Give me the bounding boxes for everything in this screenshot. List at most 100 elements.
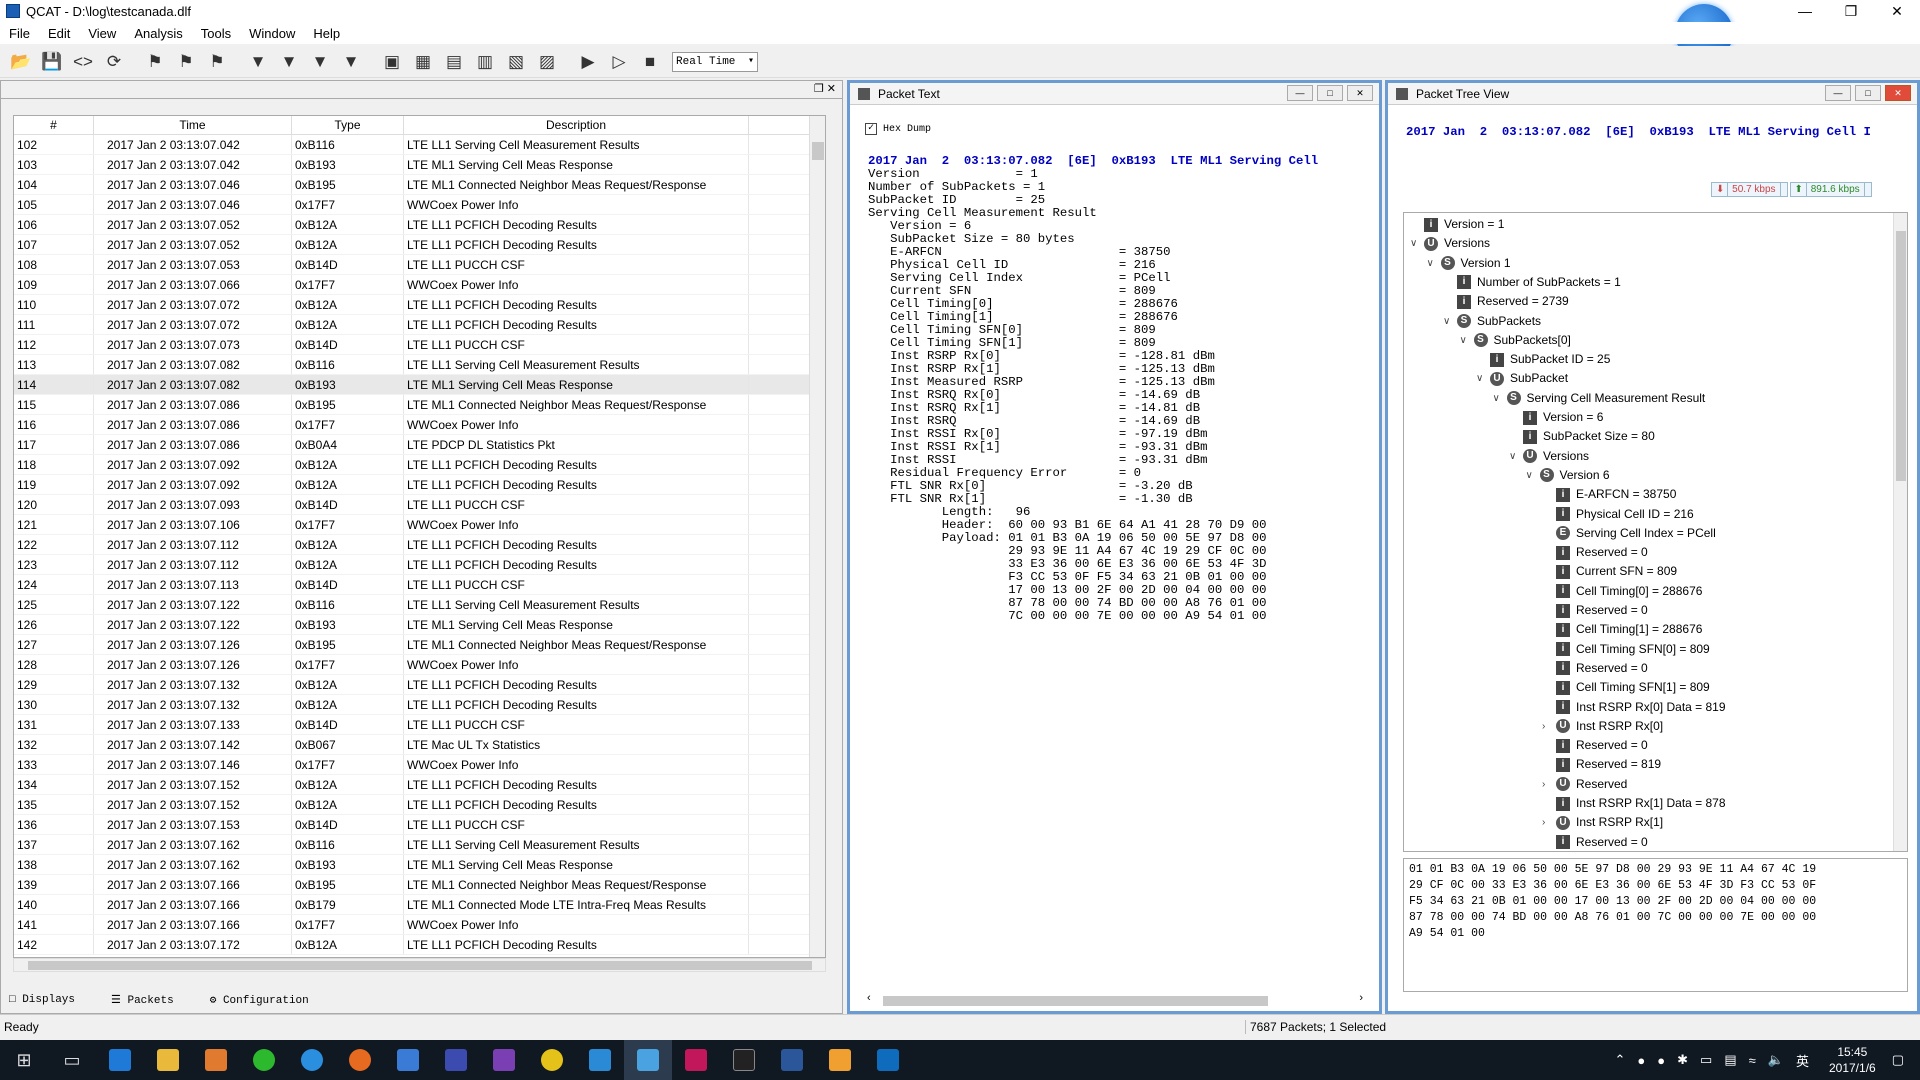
table-row[interactable]: 120 2017 Jan 2 03:13:07.093 0xB14D LTE LL1 …	[14, 495, 825, 515]
tree-scrollbar[interactable]	[1893, 213, 1907, 851]
tree-node[interactable]: i SubPacket ID = 25	[1490, 350, 1610, 369]
tree-node[interactable]: i E-ARFCN = 38750	[1556, 485, 1676, 504]
tab-configuration[interactable]: ⚙ Configuration	[210, 993, 327, 1007]
table-row[interactable]: 106 2017 Jan 2 03:13:07.052 0xB12A LTE LL1 …	[14, 215, 825, 235]
hex-dump-toggle[interactable]: ✓ Hex Dump	[865, 123, 931, 135]
table-row[interactable]: 136 2017 Jan 2 03:13:07.153 0xB14D LTE LL1 …	[14, 815, 825, 835]
terminal-icon[interactable]	[720, 1040, 768, 1080]
notification-icon[interactable]: ▢	[1892, 1052, 1904, 1068]
tree-node[interactable]: i Reserved = 0	[1556, 833, 1648, 851]
packet-text-scrollbar[interactable]: ‹ ›	[865, 992, 1365, 1008]
table-row[interactable]: 105 2017 Jan 2 03:13:07.046 0x17F7 WWCoex P…	[14, 195, 825, 215]
volume-icon[interactable]: 🔈	[1768, 1052, 1784, 1068]
tree-node[interactable]: i SubPacket Size = 80	[1523, 427, 1655, 446]
bookmark-prev-icon[interactable]: ⚑	[204, 49, 230, 75]
table-row[interactable]: 125 2017 Jan 2 03:13:07.122 0xB116 LTE LL1 …	[14, 595, 825, 615]
bluetooth-icon[interactable]: ✱	[1677, 1052, 1688, 1068]
expanded-chevron-icon[interactable]: ∨	[1526, 466, 1533, 485]
media-player-icon[interactable]	[192, 1040, 240, 1080]
chevron-up-icon[interactable]: ⌃	[1615, 1052, 1626, 1068]
menu-view[interactable]: View	[79, 26, 125, 41]
maximize-button[interactable]: ❐	[1828, 0, 1874, 22]
display-icon[interactable]: ▤	[1724, 1052, 1736, 1068]
table-row[interactable]: 114 2017 Jan 2 03:13:07.082 0xB193 LTE ML1 …	[14, 375, 825, 395]
col-time[interactable]: Time	[94, 116, 292, 134]
menu-analysis[interactable]: Analysis	[125, 26, 191, 41]
collapsed-chevron-icon[interactable]: ›	[1542, 717, 1545, 736]
wechat-tray-icon[interactable]: ●	[1657, 1053, 1665, 1068]
outlook-icon[interactable]	[864, 1040, 912, 1080]
firefox-icon[interactable]	[336, 1040, 384, 1080]
filter-add-icon[interactable]: ▼	[276, 49, 302, 75]
ime-indicator[interactable]: 英	[1796, 1051, 1809, 1070]
task-view-icon[interactable]: ▭	[48, 1040, 96, 1080]
new-grid-icon[interactable]: ▦	[410, 49, 436, 75]
paint-icon[interactable]	[816, 1040, 864, 1080]
expanded-chevron-icon[interactable]: ∨	[1460, 331, 1467, 350]
col-index[interactable]: #	[14, 116, 94, 134]
bookmark-add-icon[interactable]: ⚑	[142, 49, 168, 75]
refresh-icon[interactable]: ⟳	[101, 49, 127, 75]
tree-node[interactable]: i Reserved = 2739	[1457, 292, 1569, 311]
table-row[interactable]: 141 2017 Jan 2 03:13:07.166 0x17F7 WWCoex P…	[14, 915, 825, 935]
start-icon[interactable]: ⊞	[0, 1040, 48, 1080]
new-bars-icon[interactable]: ▧	[503, 49, 529, 75]
table-row[interactable]: 107 2017 Jan 2 03:13:07.052 0xB12A LTE LL1 …	[14, 235, 825, 255]
table-row[interactable]: 110 2017 Jan 2 03:13:07.072 0xB12A LTE LL1 …	[14, 295, 825, 315]
tree-node[interactable]: ∨ U Versions	[1410, 234, 1490, 253]
table-row[interactable]: 133 2017 Jan 2 03:13:07.146 0x17F7 WWCoex P…	[14, 755, 825, 775]
table-row[interactable]: 123 2017 Jan 2 03:13:07.112 0xB12A LTE LL1 …	[14, 555, 825, 575]
panel-controls[interactable]: ❐ ✕	[814, 82, 836, 95]
checkbox-checked-icon[interactable]: ✓	[865, 123, 877, 135]
collapsed-chevron-icon[interactable]: ›	[1542, 813, 1545, 832]
clock[interactable]: 15:45 2017/1/6	[1829, 1044, 1876, 1076]
close-button[interactable]: ✕	[1347, 85, 1373, 101]
maximize-button[interactable]: □	[1855, 85, 1881, 101]
new-layout-icon[interactable]: ▨	[534, 49, 560, 75]
col-description[interactable]: Description	[404, 116, 749, 134]
tree-node[interactable]: ∨ U SubPacket	[1476, 369, 1568, 388]
visual-studio-icon[interactable]	[480, 1040, 528, 1080]
expanded-chevron-icon[interactable]: ∨	[1509, 447, 1516, 466]
table-row[interactable]: 121 2017 Jan 2 03:13:07.106 0x17F7 WWCoex P…	[14, 515, 825, 535]
tree-node[interactable]: i Version = 1	[1424, 215, 1504, 234]
table-row[interactable]: 113 2017 Jan 2 03:13:07.082 0xB116 LTE LL1 …	[14, 355, 825, 375]
expanded-chevron-icon[interactable]: ∨	[1476, 369, 1483, 388]
collapsed-chevron-icon[interactable]: ›	[1542, 775, 1545, 794]
minimize-button[interactable]: —	[1825, 85, 1851, 101]
table-row[interactable]: 104 2017 Jan 2 03:13:07.046 0xB195 LTE ML1 …	[14, 175, 825, 195]
floppy-app-icon[interactable]	[432, 1040, 480, 1080]
ie-icon[interactable]	[288, 1040, 336, 1080]
tree-node[interactable]: E Serving Cell Index = PCell	[1556, 524, 1716, 543]
expanded-chevron-icon[interactable]: ∨	[1493, 389, 1500, 408]
jetbrains-icon[interactable]	[672, 1040, 720, 1080]
tree-node[interactable]: i Physical Cell ID = 216	[1556, 505, 1694, 524]
tree-node[interactable]: i Cell Timing[1] = 288676	[1556, 620, 1702, 639]
tree-node[interactable]: i Cell Timing SFN[1] = 809	[1556, 678, 1710, 697]
step-icon[interactable]: ▷	[606, 49, 632, 75]
antivirus-icon[interactable]: ●	[1637, 1053, 1645, 1068]
filter-remove-icon[interactable]: ▼	[307, 49, 333, 75]
table-row[interactable]: 139 2017 Jan 2 03:13:07.166 0xB195 LTE ML1 …	[14, 875, 825, 895]
file-explorer-icon[interactable]	[144, 1040, 192, 1080]
menu-edit[interactable]: Edit	[39, 26, 79, 41]
tab-displays[interactable]: □ Displays	[9, 994, 93, 1006]
table-row[interactable]: 138 2017 Jan 2 03:13:07.162 0xB193 LTE ML1 …	[14, 855, 825, 875]
edge-icon[interactable]	[96, 1040, 144, 1080]
remote-desktop-icon[interactable]	[576, 1040, 624, 1080]
battery-icon[interactable]: ▭	[1700, 1052, 1712, 1068]
close-button[interactable]: ✕	[1874, 0, 1920, 22]
tree-node[interactable]: i Inst RSRP Rx[1] Data = 878	[1556, 794, 1726, 813]
table-row[interactable]: 132 2017 Jan 2 03:13:07.142 0xB067 LTE Mac …	[14, 735, 825, 755]
save-icon[interactable]: 💾	[39, 49, 65, 75]
tree-node[interactable]: i Reserved = 0	[1556, 736, 1648, 755]
tree-node[interactable]: i Reserved = 0	[1556, 543, 1648, 562]
table-row[interactable]: 127 2017 Jan 2 03:13:07.126 0xB195 LTE ML1 …	[14, 635, 825, 655]
table-row[interactable]: 135 2017 Jan 2 03:13:07.152 0xB12A LTE LL1 …	[14, 795, 825, 815]
tree-node[interactable]: i Reserved = 0	[1556, 659, 1648, 678]
tree-node[interactable]: ∨ S SubPackets	[1443, 312, 1541, 331]
table-row[interactable]: 103 2017 Jan 2 03:13:07.042 0xB193 LTE ML1 …	[14, 155, 825, 175]
tree-node[interactable]: i Number of SubPackets = 1	[1457, 273, 1621, 292]
table-row[interactable]: 126 2017 Jan 2 03:13:07.122 0xB193 LTE ML1 …	[14, 615, 825, 635]
expanded-chevron-icon[interactable]: ∨	[1427, 254, 1434, 273]
